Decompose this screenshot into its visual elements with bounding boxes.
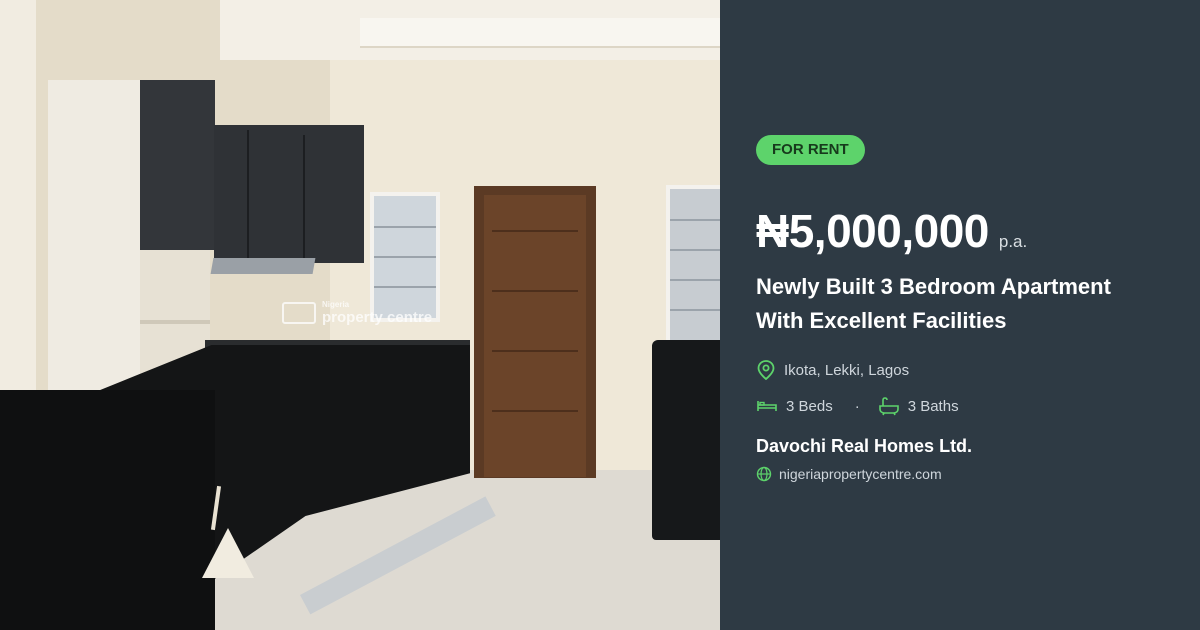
location-row: Ikota, Lekki, Lagos: [756, 359, 909, 381]
photo-cooker-hood: [210, 258, 316, 274]
price-period: p.a.: [998, 232, 1028, 251]
watermark: Nigeria property centre: [282, 300, 432, 326]
listing-title[interactable]: Newly Built 3 Bedroom Apartment With Exc…: [756, 270, 1176, 338]
bed-icon: [756, 398, 778, 414]
photo-cabinet-divider: [247, 130, 249, 260]
baths-text: 3 Baths: [907, 397, 959, 415]
photo-cabinet-divider: [303, 135, 305, 260]
photo-door-panel: [492, 230, 578, 232]
photo-door-panel: [492, 290, 578, 292]
watermark-main-text: property centre: [322, 309, 433, 326]
house-logo-icon: [282, 302, 316, 324]
price-row: ₦5,000,000 p.a.: [756, 204, 1027, 258]
location-text: Ikota, Lekki, Lagos: [784, 361, 910, 379]
photo-door-panel: [492, 350, 578, 352]
photo-shelf: [140, 320, 210, 324]
website-text[interactable]: nigeriapropertycentre.com: [779, 466, 942, 482]
photo-door-panel: [492, 410, 578, 412]
features-row: 3 Beds · 3 Baths: [756, 396, 959, 416]
map-pin-icon: [756, 359, 776, 381]
photo-pillar: [0, 0, 36, 440]
photo-stacked-chairs: [652, 340, 720, 540]
bathtub-icon: [878, 396, 900, 416]
beds-text: 3 Beds: [786, 397, 833, 415]
website-row[interactable]: nigeriapropertycentre.com: [756, 466, 942, 482]
photo-window: [666, 185, 720, 345]
feature-separator: ·: [854, 397, 860, 415]
photo-counter-front: [0, 390, 215, 630]
listing-title-line: Newly Built 3 Bedroom Apartment: [756, 274, 1111, 299]
property-photo: Nigeria property centre: [0, 0, 720, 630]
photo-door: [484, 195, 586, 477]
listing-title-line: With Excellent Facilities: [756, 308, 1007, 333]
watermark-top-text: Nigeria: [322, 300, 350, 309]
agent-name[interactable]: Davochi Real Homes Ltd.: [756, 436, 972, 457]
photo-dark-cabinet: [140, 80, 215, 250]
for-rent-badge: FOR RENT: [756, 135, 865, 165]
globe-icon: [756, 466, 772, 482]
listing-card[interactable]: Nigeria property centre FOR RENT ₦5,000,…: [0, 0, 1200, 630]
watermark-text: Nigeria property centre: [322, 300, 432, 326]
photo-tall-cabinet: [48, 80, 140, 400]
photo-ceiling-trim: [360, 18, 720, 48]
photo-upper-cabinets: [214, 125, 364, 263]
price: ₦5,000,000: [756, 205, 989, 257]
